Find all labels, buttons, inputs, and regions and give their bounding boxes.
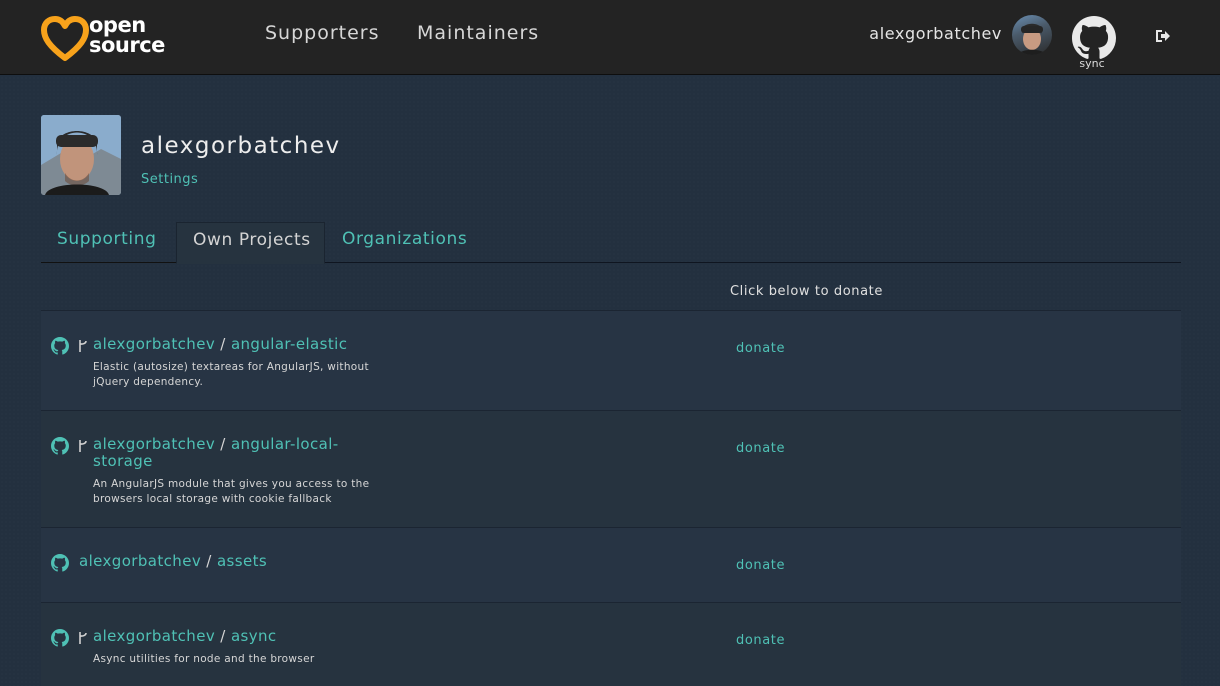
repo-separator: /	[220, 627, 226, 645]
repo-owner[interactable]: alexgorbatchev	[93, 627, 215, 645]
profile-photo	[41, 115, 121, 195]
top-navbar: open source Supporters Maintainers alexg…	[0, 0, 1220, 75]
donate-link[interactable]: donate	[736, 441, 785, 456]
repo-description: Async utilities for node and the browser	[93, 653, 315, 665]
donate-link[interactable]: donate	[736, 558, 785, 573]
github-icon	[51, 337, 69, 355]
repo-title[interactable]: alexgorbatchev / angular-local- storage	[93, 436, 383, 470]
logo-text: open source	[89, 13, 165, 57]
nav-supporters[interactable]: Supporters	[265, 22, 380, 44]
github-icon	[51, 554, 69, 572]
github-icon	[51, 629, 69, 647]
repo-title[interactable]: alexgorbatchev / angular-elastic	[93, 336, 347, 353]
nav-username[interactable]: alexgorbatchev	[869, 24, 1002, 43]
profile-name: alexgorbatchev	[141, 133, 341, 159]
tab-organizations[interactable]: Organizations	[325, 222, 495, 263]
sign-out-icon	[1156, 30, 1170, 42]
repo-name-continued[interactable]: storage	[93, 452, 153, 470]
repo-title[interactable]: alexgorbatchev / async	[93, 628, 277, 645]
repo-separator: /	[220, 335, 226, 353]
avatar-image	[1018, 23, 1046, 55]
fork-icon	[79, 440, 87, 452]
project-row: alexgorbatchev / angular-local- storage …	[41, 410, 1181, 527]
github-sync-button[interactable]: sync	[1070, 14, 1116, 72]
donate-link[interactable]: donate	[736, 341, 785, 356]
github-icon	[51, 437, 69, 455]
repo-owner[interactable]: alexgorbatchev	[79, 552, 201, 570]
nav-maintainers[interactable]: Maintainers	[417, 22, 539, 44]
tab-own-projects[interactable]: Own Projects	[176, 222, 325, 264]
fork-icon	[79, 632, 87, 644]
sync-label: sync	[1079, 57, 1105, 70]
repo-description: Elastic (autosize) textareas for Angular…	[93, 361, 369, 388]
heart-logo-icon	[41, 16, 89, 61]
nav-avatar[interactable]	[1012, 15, 1052, 55]
repo-name[interactable]: angular-elastic	[231, 335, 347, 353]
settings-link[interactable]: Settings	[141, 172, 198, 187]
repo-name[interactable]: assets	[217, 552, 267, 570]
project-row: alexgorbatchev / angular-elastic Elastic…	[41, 310, 1181, 410]
repo-title[interactable]: alexgorbatchev / assets	[79, 553, 267, 570]
profile-avatar	[41, 115, 121, 195]
repo-owner[interactable]: alexgorbatchev	[93, 335, 215, 353]
donate-link[interactable]: donate	[736, 633, 785, 648]
project-row: alexgorbatchev / assets donate	[41, 527, 1181, 602]
repo-description: An AngularJS module that gives you acces…	[93, 478, 370, 505]
donate-column-header: Click below to donate	[730, 284, 883, 299]
opensource-logo[interactable]: open source	[41, 14, 171, 62]
project-row: alexgorbatchev / async Async utilities f…	[41, 602, 1181, 686]
repo-name[interactable]: angular-local-	[231, 435, 339, 453]
github-icon	[1072, 16, 1116, 59]
repo-owner[interactable]: alexgorbatchev	[93, 435, 215, 453]
fork-icon	[79, 340, 87, 352]
repo-separator: /	[220, 435, 226, 453]
tab-bar: Supporting Own Projects Organizations	[41, 222, 1181, 264]
repo-separator: /	[206, 552, 212, 570]
repo-name[interactable]: async	[231, 627, 277, 645]
sign-out-button[interactable]	[1154, 28, 1172, 48]
tab-supporting[interactable]: Supporting	[41, 222, 176, 263]
